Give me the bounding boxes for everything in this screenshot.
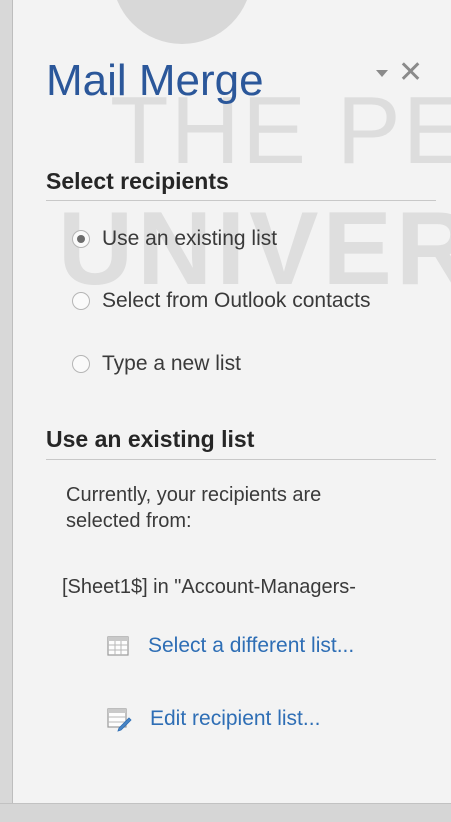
close-icon[interactable]: ✕ (398, 58, 423, 88)
pane-title: Mail Merge (46, 56, 264, 105)
description-line-2: selected from: (66, 510, 192, 532)
edit-recipient-list-label[interactable]: Edit recipient list... (150, 707, 320, 731)
radio-label-outlook: Select from Outlook contacts (102, 289, 371, 312)
mail-merge-pane: THE PEO UNIVER Mail Merge ✕ Select recip… (0, 0, 451, 822)
pane-left-border (0, 0, 13, 822)
select-recipients-heading: Select recipients (46, 168, 229, 194)
section-divider (46, 459, 436, 460)
existing-list-heading: Use an existing list (46, 426, 255, 452)
recipient-source: [Sheet1$] in "Account-Managers- (62, 576, 356, 598)
radio-button-checked[interactable] (72, 230, 90, 248)
select-different-list-label[interactable]: Select a different list... (148, 634, 354, 658)
radio-button[interactable] (72, 355, 90, 373)
pane-bottom-border (0, 803, 451, 822)
radio-outlook-contacts[interactable]: Select from Outlook contacts (72, 289, 370, 313)
radio-label-new-list: Type a new list (102, 352, 241, 375)
watermark-logo (112, 0, 252, 44)
edit-list-icon (107, 708, 132, 732)
description-line-1: Currently, your recipients are (66, 484, 322, 506)
chevron-down-icon[interactable] (376, 69, 388, 77)
radio-use-existing-list[interactable]: Use an existing list (72, 227, 277, 251)
radio-label-use-existing: Use an existing list (102, 227, 278, 250)
section-divider (46, 200, 436, 201)
title-controls: ✕ (376, 58, 423, 88)
radio-button[interactable] (72, 292, 90, 310)
table-icon (107, 636, 129, 656)
radio-type-new-list[interactable]: Type a new list (72, 352, 241, 376)
edit-recipient-list-link[interactable]: Edit recipient list... (106, 706, 320, 732)
select-different-list-link[interactable]: Select a different list... (106, 634, 354, 658)
